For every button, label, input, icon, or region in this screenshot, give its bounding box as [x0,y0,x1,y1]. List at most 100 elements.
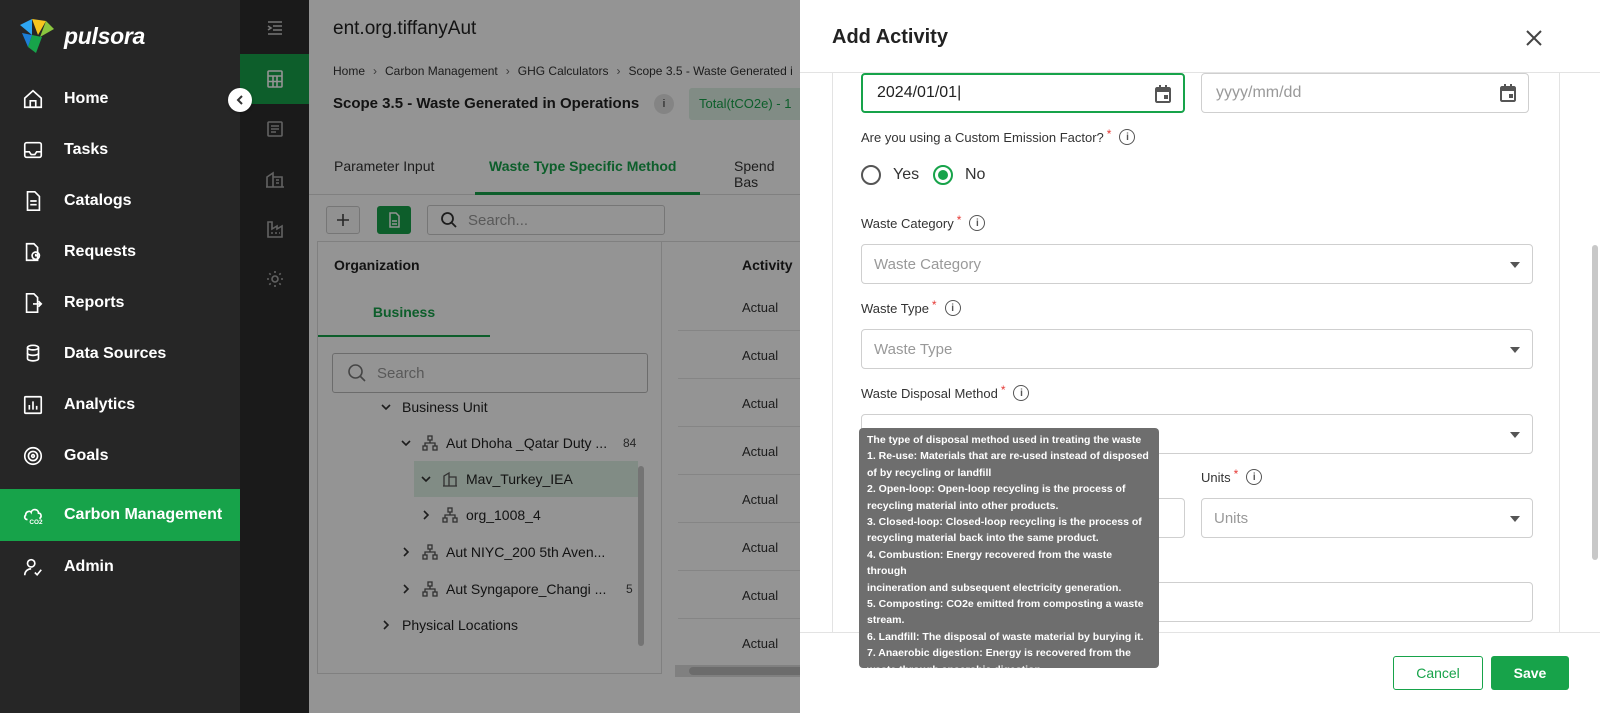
info-icon[interactable]: i [969,215,986,231]
chart-icon [23,395,43,415]
info-icon[interactable]: i [1013,385,1030,401]
close-button[interactable] [1520,24,1548,52]
tooltip-line: recycling material into other products. [867,499,1059,512]
info-icon[interactable]: i [944,300,961,316]
tooltip-line: The type of disposal method used in trea… [867,434,1142,446]
radio-yes-label: Yes [893,166,920,183]
nav-reports[interactable]: Reports [0,277,240,329]
tooltip-line: 6. Landfill: The disposal of waste mater… [867,630,1144,643]
nav-catalogs-label: Catalogs [64,192,132,209]
caret-down-icon [1510,432,1520,438]
nav-home[interactable]: Home [0,73,240,125]
drawer-title: Add Activity [832,26,948,48]
document-icon [26,191,41,211]
start-date-input[interactable]: 2024/01/01 | [861,73,1185,113]
nav-goals-label: Goals [64,447,109,464]
radio-button-checked[interactable] [933,165,953,185]
brand-logo[interactable]: pulsora [18,16,145,56]
tooltip-line: recycling material back into the same pr… [867,532,1099,545]
nav-admin[interactable]: Admin [0,541,240,593]
modal-backdrop[interactable] [240,0,800,713]
radio-button[interactable] [861,165,881,185]
required-marker: * [931,298,937,312]
tooltip-line: 2. Open-loop: Open-loop recycling is the… [867,483,1126,496]
text-cursor: | [957,84,962,101]
caret-down-icon [1510,347,1520,353]
nav-requests[interactable]: Requests [0,226,240,278]
info-icon[interactable]: i [1246,469,1263,485]
nav-carbon-management[interactable]: CO2 Carbon Management [0,489,240,541]
custom-ef-label: Are you using a Custom Emission Factor? *… [861,127,1136,145]
nav-data-sources-label: Data Sources [64,345,167,362]
disposal-method-tooltip: The type of disposal method used in trea… [859,428,1159,676]
nav-goals[interactable]: Goals [0,430,240,482]
tooltip-line: of by recycling or landfill [867,466,992,479]
nav-analytics[interactable]: Analytics [0,379,240,431]
radio-dot [938,170,948,180]
end-date-input[interactable]: yyyy/mm/dd [1201,73,1529,113]
caret-down-icon [1510,262,1520,268]
waste-category-placeholder: Waste Category [874,255,981,273]
waste-type-select[interactable]: Waste Type [861,329,1533,369]
disposal-method-label: Waste Disposal Method * i [861,383,1030,401]
radio-no-label: No [965,166,986,183]
nav-analytics-label: Analytics [64,396,136,413]
pulsora-logo-icon [18,17,56,55]
tooltip-line: 4. Combustion: Energy recovered from the… [867,548,1113,578]
waste-category-label: Waste Category * i [861,213,986,231]
user-check-icon [23,558,42,577]
tooltip-line: waste through anaerobic digestion. [867,663,1044,676]
cancel-button[interactable]: Cancel [1393,656,1483,690]
radio-no[interactable]: No [933,165,985,185]
start-date-value: 2024/01/01 [877,84,958,101]
info-icon[interactable]: i [1119,129,1136,145]
required-marker: * [1000,383,1006,397]
sidebar-collapse-button[interactable] [228,88,252,112]
waste-type-label: Waste Type * i [861,298,961,316]
tooltip-line: 7. Anaerobic digestion: Energy is recove… [867,647,1131,660]
save-button[interactable]: Save [1491,656,1569,690]
required-marker: * [1106,127,1112,141]
tooltip-line: incineration and subsequent electricity … [867,581,1122,594]
calendar-icon[interactable] [1498,83,1518,103]
nav-admin-label: Admin [64,558,114,575]
inbox-icon [23,141,43,159]
tooltip-line: 1. Re-use: Materials that are re-used in… [867,450,1149,463]
nav-reports-label: Reports [64,294,125,311]
required-marker: * [956,213,962,227]
nav-tasks[interactable]: Tasks [0,124,240,176]
radio-yes[interactable]: Yes [861,165,919,185]
home-icon [23,89,43,109]
brand-name: pulsora [64,22,145,49]
nav-catalogs[interactable]: Catalogs [0,175,240,227]
units-select[interactable]: Units [1201,498,1533,538]
requests-icon [25,242,41,262]
tooltip-line: 3. Closed-loop: Closed-loop recycling is… [867,516,1142,529]
end-date-placeholder: yyyy/mm/dd [1216,84,1302,101]
reports-icon [25,293,43,313]
required-marker: * [1233,467,1239,481]
svg-text:CO2: CO2 [29,519,43,526]
disposal-method-label-text: Waste Disposal Method [861,385,998,401]
waste-type-label-text: Waste Type [861,300,929,316]
co2-cloud-icon: CO2 [23,508,43,526]
waste-type-placeholder: Waste Type [874,340,953,358]
database-icon [26,344,40,362]
calendar-icon[interactable] [1153,84,1173,104]
waste-category-label-text: Waste Category [861,215,954,231]
tooltip-line: stream. [867,614,905,627]
units-label: Units * i [1201,467,1263,485]
caret-down-icon [1510,516,1520,522]
close-icon [1526,30,1542,46]
units-placeholder: Units [1214,509,1249,527]
custom-ef-label-text: Are you using a Custom Emission Factor? [861,129,1104,145]
nav-home-label: Home [64,90,109,107]
main-sidebar: pulsora Home Tasks Catalogs Requests Rep… [0,0,240,713]
form-scrollbar[interactable] [1592,245,1598,560]
nav-carbon-management-label: Carbon Management [64,506,223,523]
nav-tasks-label: Tasks [64,141,109,158]
chevron-left-icon [236,95,243,105]
nav-data-sources[interactable]: Data Sources [0,328,240,380]
nav-requests-label: Requests [64,243,137,260]
waste-category-select[interactable]: Waste Category [861,244,1533,284]
